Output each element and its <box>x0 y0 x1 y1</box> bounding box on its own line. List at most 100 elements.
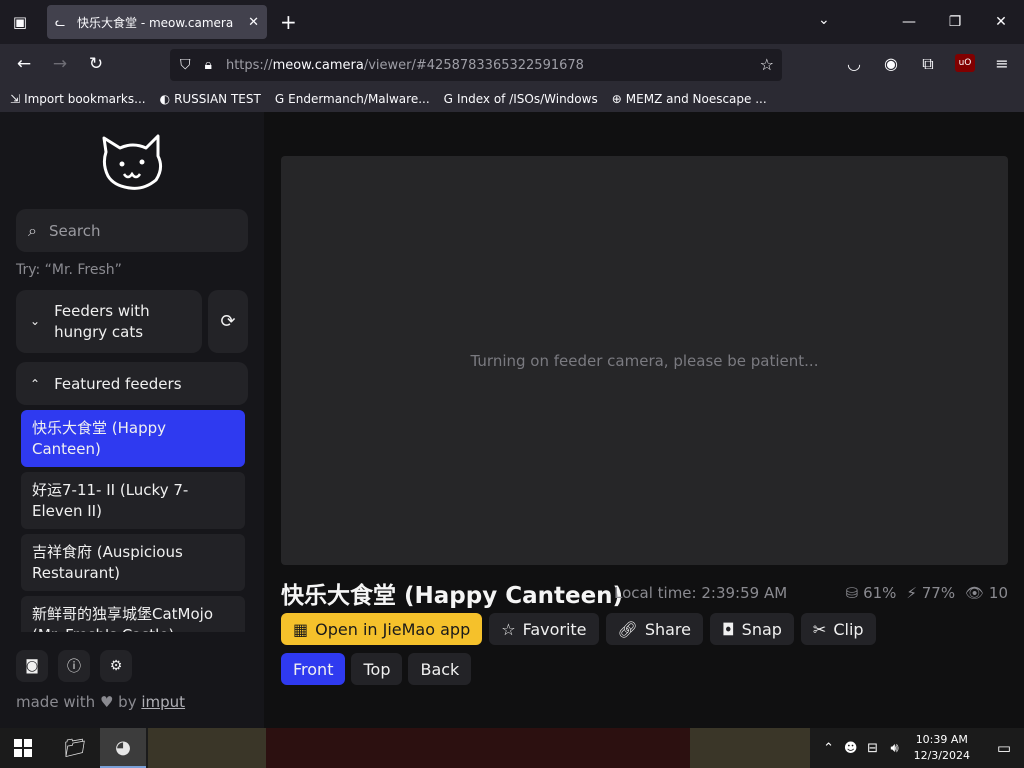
food-level-stat: ⛁ 61% <box>845 584 897 602</box>
minimize-icon[interactable]: — <box>886 14 932 30</box>
meow-camera-cat-logo-icon[interactable] <box>100 132 166 192</box>
window-controls: — ❐ ✕ <box>886 0 1024 44</box>
google-icon: G <box>443 92 453 106</box>
hungry-cats-group-label: Feeders with hungry cats <box>54 301 150 341</box>
feeder-item-mr-fresh[interactable]: 新鲜哥的独享城堡CatMojo (Mr. Fresh's Castle) <box>21 596 245 632</box>
feeder-item-auspicious-restaurant[interactable]: 吉祥食府 (Auspicious Restaurant) <box>21 534 245 591</box>
battery-stat: ⚡︎ 77% <box>906 584 956 602</box>
open-in-jiemao-button[interactable]: ▦ Open in JieMao app <box>281 613 483 645</box>
toolbar-right: ◡ ◉ ⧉ uO ≡ <box>844 54 1012 74</box>
bookmark-russian-test[interactable]: ◐ RUSSIAN TEST <box>160 92 261 106</box>
firefox-taskbar-icon[interactable]: ◕ <box>100 728 146 768</box>
search-icon: ⌕ <box>28 220 37 240</box>
view-back-button[interactable]: Back <box>408 653 472 685</box>
tab-title: 快乐大食堂 - meow.camera <box>77 15 234 30</box>
url-host: meow.camera <box>272 57 364 73</box>
bookmark-memz[interactable]: ⊕ MEMZ and Noescape ... <box>612 92 767 106</box>
plug-icon: ⚡︎ <box>906 584 917 602</box>
menu-hamburger-icon[interactable]: ≡ <box>992 54 1012 74</box>
favorite-button[interactable]: ☆ Favorite <box>489 613 599 645</box>
browser-tab-active[interactable]: ᓚ 快乐大食堂 - meow.camera ✕ <box>47 5 267 39</box>
bookmark-endermanch[interactable]: G Endermanch/Malware... <box>275 92 430 106</box>
view-top-button[interactable]: Top <box>351 653 403 685</box>
refresh-button[interactable]: ⟳ <box>208 290 248 353</box>
new-tab-plus-icon[interactable]: + <box>280 10 297 34</box>
notification-icon[interactable]: ▭ <box>984 739 1024 757</box>
link-icon: 🔗︎ <box>617 619 638 639</box>
back-arrow-icon[interactable]: ← <box>13 54 35 74</box>
window-close-icon[interactable]: ✕ <box>978 14 1024 30</box>
scissors-icon: ✂ <box>812 619 827 639</box>
browser-nav-bar: ← → ↻ ⛉ 🔒︎ https://meow.camera/viewer/#4… <box>0 44 1024 86</box>
bookmark-isos[interactable]: G Index of /ISOs/Windows <box>444 92 598 106</box>
reload-icon[interactable]: ↻ <box>85 54 107 74</box>
hungry-cats-group-toggle[interactable]: ⌄ Feeders with hungry cats <box>16 290 202 353</box>
clip-button[interactable]: ✂ Clip <box>800 613 876 645</box>
browser-tab-bar: ▣ ᓚ 快乐大食堂 - meow.camera ✕ + ⌄ — ❐ ✕ <box>0 0 1024 44</box>
heart-icon: ♥ <box>99 693 114 711</box>
restore-icon[interactable]: ❐ <box>932 14 978 30</box>
url-path: /viewer/#4258783365322591678 <box>363 57 584 73</box>
bookmark-import[interactable]: ⇲ Import bookmarks... <box>10 92 146 106</box>
file-explorer-icon[interactable]: 📁︎ <box>52 728 98 768</box>
ublock-icon[interactable]: uO <box>955 54 975 72</box>
refresh-icon: ⟳ <box>220 311 236 332</box>
bookmark-star-icon[interactable]: ☆ <box>760 55 774 74</box>
list-all-tabs-chevron-icon[interactable]: ⌄ <box>818 12 830 28</box>
account-icon[interactable]: ◉ <box>881 54 901 74</box>
pocket-icon[interactable]: ◡ <box>844 54 864 74</box>
search-input[interactable]: ⌕ Search <box>16 209 248 252</box>
local-time: Local time: 2:39:59 AM <box>614 584 788 602</box>
extensions-puzzle-icon[interactable]: ⧉ <box>918 54 938 74</box>
view-front-button[interactable]: Front <box>281 653 346 685</box>
windows-start-icon[interactable] <box>14 739 32 757</box>
lock-icon[interactable]: 🔒︎ <box>205 57 212 73</box>
feeder-item-lucky-7-eleven[interactable]: 好运7-11- II (Lucky 7-Eleven II) <box>21 472 245 529</box>
clock-time: 10:39 AM <box>915 733 968 746</box>
chevron-down-icon: ⌄ <box>30 314 41 328</box>
author-link[interactable]: imput <box>141 693 185 711</box>
tray-user-icon[interactable]: ☻ <box>840 741 862 756</box>
discord-icon[interactable]: ◙ <box>16 650 48 682</box>
taskbar-wallpaper-strip <box>148 728 266 768</box>
camera-icon: ◘ <box>722 619 735 639</box>
system-tray: ⌃ ☻ ⊟ 🔊︎ 10:39 AM 12/3/2024 ▭ <box>818 728 1024 768</box>
sidebar: ⌕ Search Try: “Mr. Fresh” ⌄ Feeders with… <box>0 112 264 728</box>
qr-code-icon: ▦ <box>293 619 309 639</box>
taskbar-wallpaper-strip <box>690 728 810 768</box>
tab-close-icon[interactable]: ✕ <box>248 15 259 30</box>
camera-view-selector: Front Top Back <box>281 653 472 685</box>
chevron-up-icon: ⌃ <box>30 376 41 391</box>
featured-feeders-group-toggle[interactable]: ⌃ Featured feeders <box>16 362 248 405</box>
video-player[interactable]: Turning on feeder camera, please be pati… <box>281 156 1008 565</box>
url-scheme: https:// <box>225 57 273 73</box>
tab-list-icon[interactable]: ▣ <box>0 0 40 44</box>
share-button[interactable]: 🔗︎ Share <box>605 613 703 645</box>
google-icon: G <box>274 92 285 106</box>
bookmarks-bar: ⇲ Import bookmarks... ◐ RUSSIAN TEST G Ende… <box>0 86 1024 112</box>
viewer-actions: ▦ Open in JieMao app ☆ Favorite 🔗︎ Share ◘ S… <box>281 613 876 645</box>
search-hint: Try: “Mr. Fresh” <box>16 262 122 278</box>
search-placeholder: Search <box>48 221 101 240</box>
url-bar[interactable]: ⛉ 🔒︎ https://meow.camera/viewer/#4258783… <box>170 49 782 81</box>
feeder-item-happy-canteen[interactable]: 快乐大食堂 (Happy Canteen) <box>21 410 245 467</box>
snap-button[interactable]: ◘ Snap <box>710 613 794 645</box>
info-icon[interactable]: ⓘ <box>58 650 90 682</box>
feeder-title: 快乐大食堂 (Happy Canteen) <box>281 583 624 609</box>
bookmark-favicon-icon: ◐ <box>159 92 171 106</box>
import-icon: ⇲ <box>10 92 21 106</box>
loading-message: Turning on feeder camera, please be pati… <box>470 351 819 370</box>
settings-gear-icon[interactable]: ⚙ <box>100 650 132 682</box>
network-icon[interactable]: ⊟ <box>862 741 884 756</box>
clock-date: 12/3/2024 <box>913 749 970 762</box>
star-icon: ☆ <box>501 619 516 639</box>
volume-icon[interactable]: 🔊︎ <box>884 741 906 756</box>
made-with-credit: made with ♥ by imput <box>16 693 186 711</box>
taskbar-wallpaper-strip <box>266 728 690 768</box>
featured-feeders-group-label: Featured feeders <box>54 374 182 393</box>
tray-chevron-up-icon[interactable]: ⌃ <box>818 741 840 756</box>
forward-arrow-icon[interactable]: → <box>49 54 71 74</box>
shield-icon[interactable]: ⛉ <box>180 57 191 73</box>
globe-icon: ⊕ <box>611 92 622 106</box>
taskbar-clock[interactable]: 10:39 AM 12/3/2024 <box>914 732 970 764</box>
